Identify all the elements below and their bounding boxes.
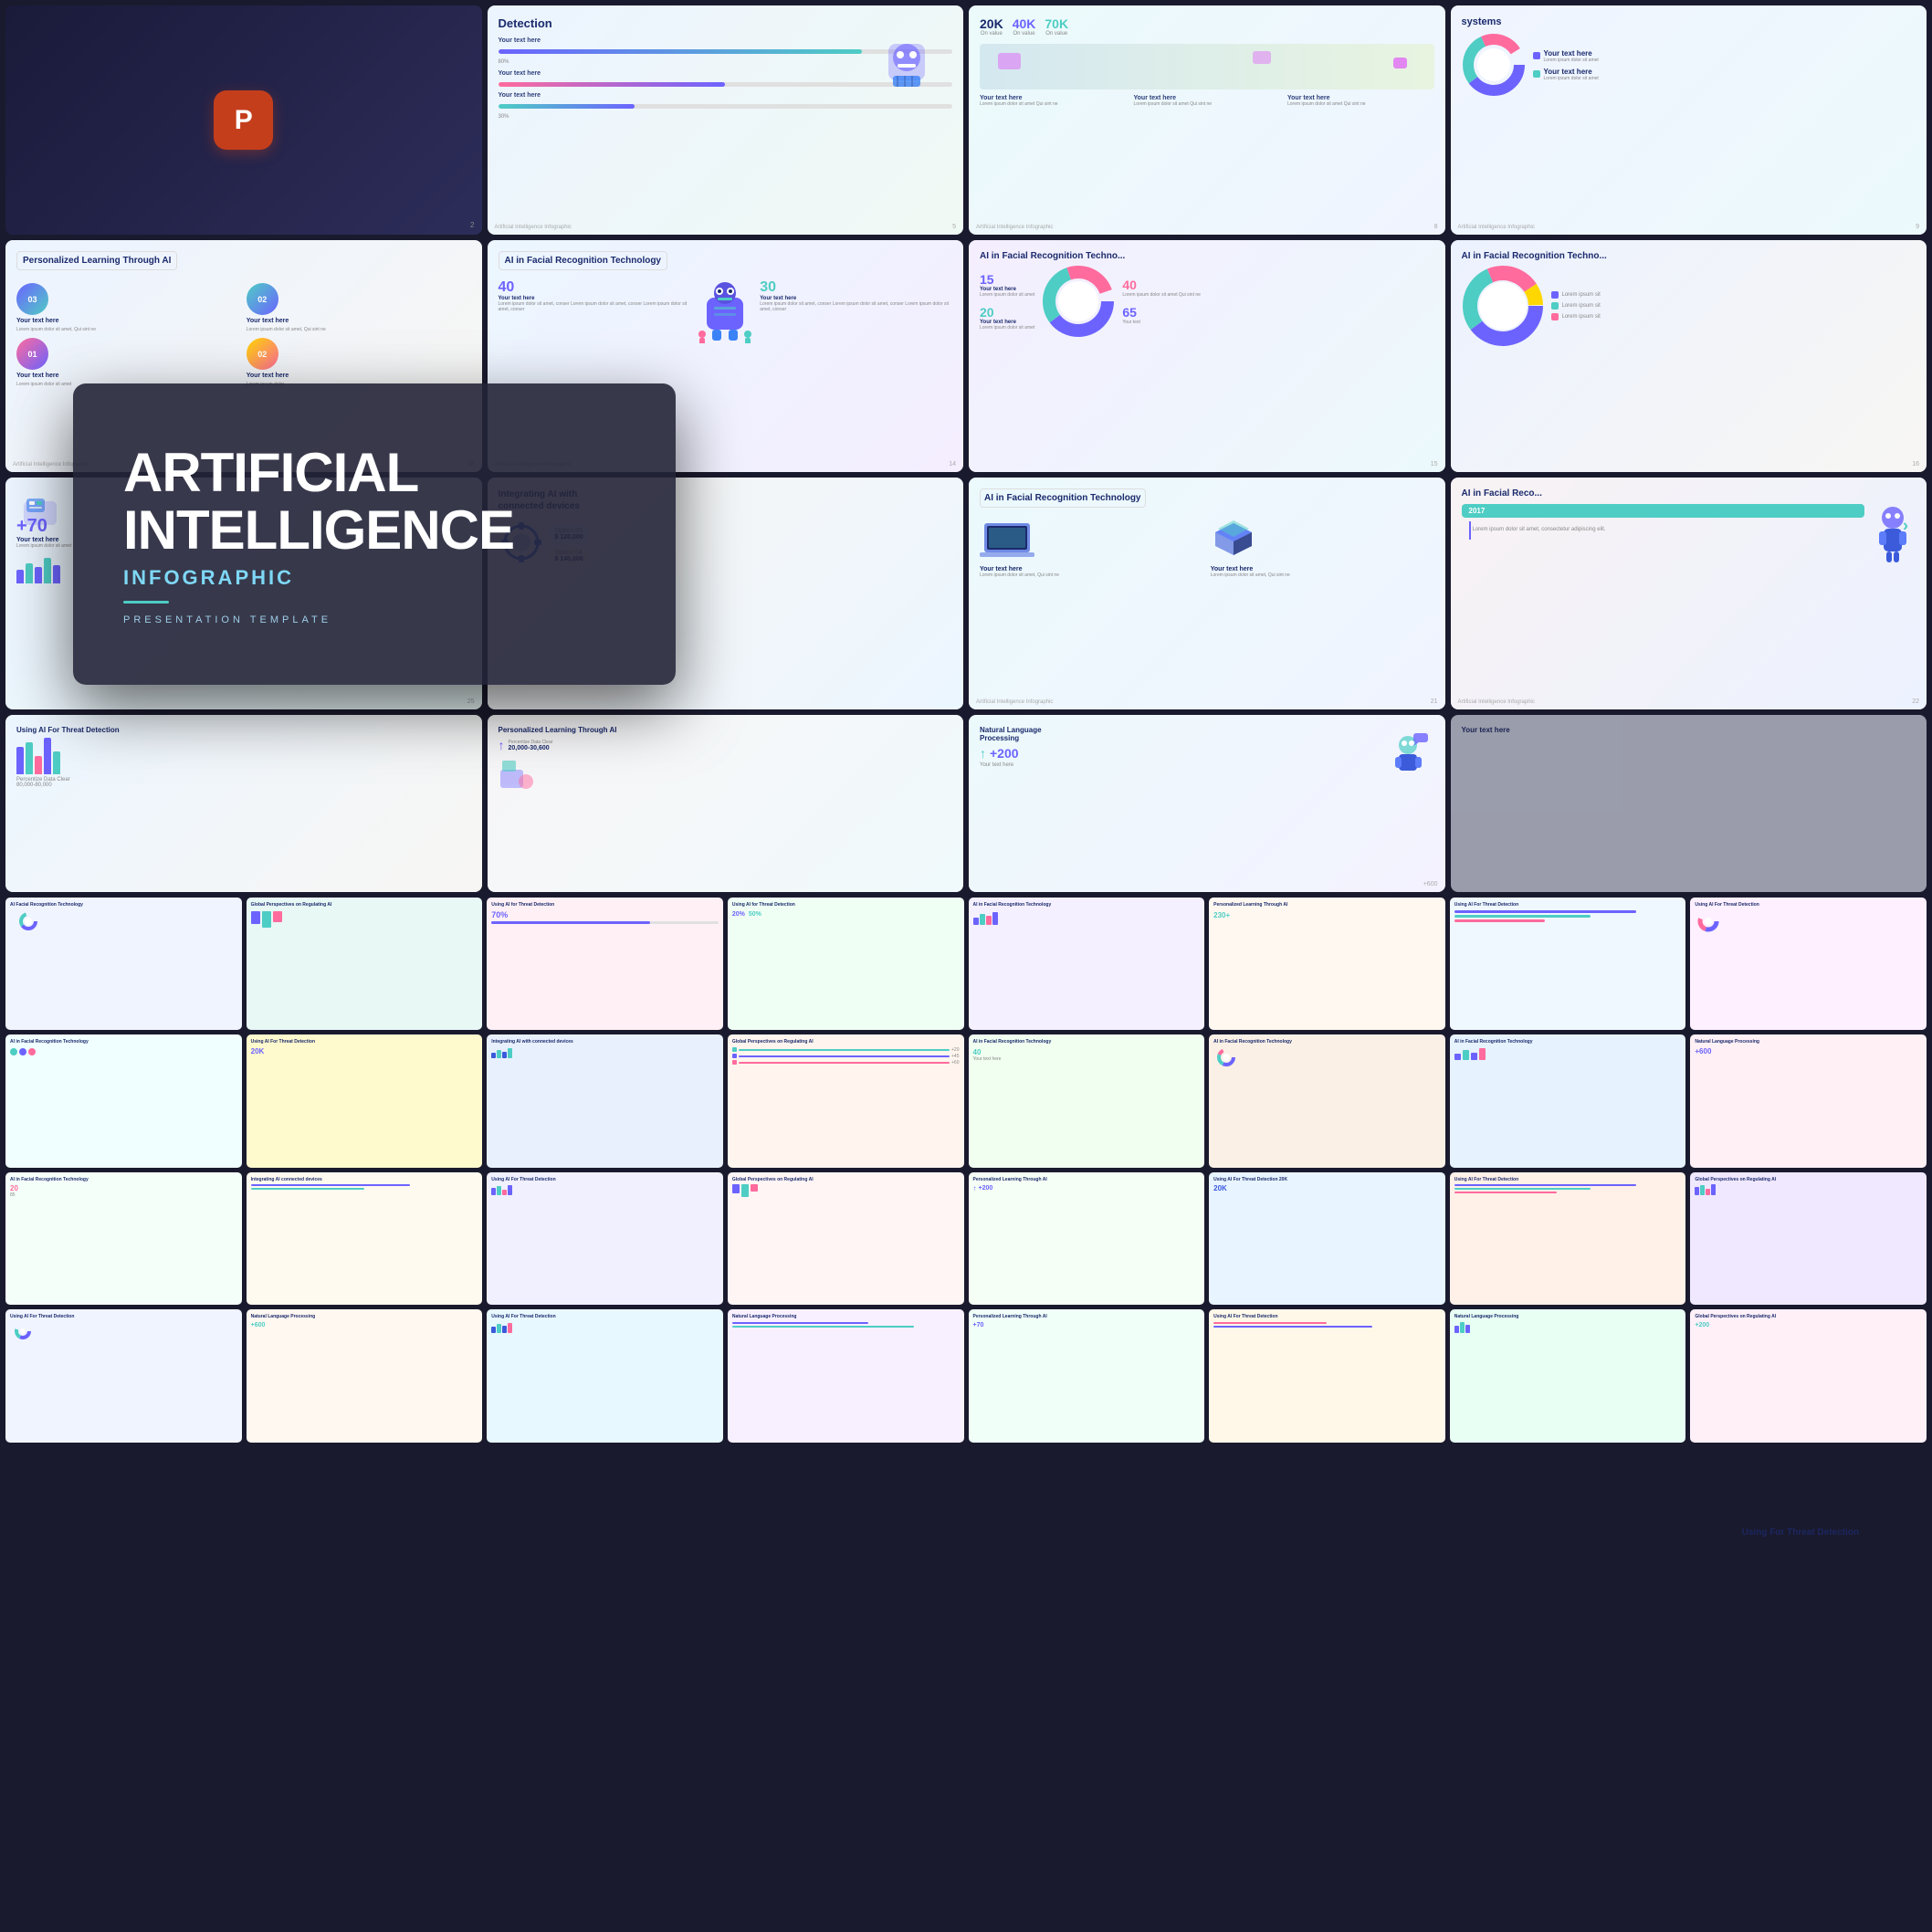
- thumb-15: AI in Facial Recognition Technology: [1450, 1034, 1686, 1167]
- thumb-19: Using AI For Threat Detection: [487, 1172, 723, 1305]
- thumb-7: Using AI For Threat Detection: [1450, 898, 1686, 1030]
- thumb-29: Personalized Learning Through AI +70: [969, 1309, 1205, 1442]
- slide-empty: Your text here: [1451, 715, 1927, 892]
- slide-threat-det-1: Using AI For Threat Detection Percentize…: [5, 715, 482, 892]
- slide-values: 20K On value 40K On value 70K On value: [969, 5, 1445, 235]
- slide-num-badge: 2: [470, 221, 474, 229]
- thumb-10: Using AI For Threat Detection 20K: [247, 1034, 483, 1167]
- thumb-12: Global Perspectives on Regulating AI +20…: [728, 1034, 964, 1167]
- thumb-25: Using AI For Threat Detection: [5, 1309, 242, 1442]
- thumb-24: Global Perspectives on Regulating AI: [1690, 1172, 1927, 1305]
- slide-personal-2: Personalized Learning Through AI ↑ Perce…: [488, 715, 964, 892]
- thumb-16: Natural Language Processing +600: [1690, 1034, 1927, 1167]
- slide-facial-partial: AI in Facial Recognition Techno... Lorem…: [1451, 240, 1927, 472]
- thumb-23: Using AI For Threat Detection: [1450, 1172, 1686, 1305]
- thumb-2: Global Perspectives on Regulating AI: [247, 898, 483, 1030]
- thumb-13: AI in Facial Recognition Technology 40 Y…: [969, 1034, 1205, 1167]
- thumb-17: AI in Facial Recognition Technology 20 8…: [5, 1172, 242, 1305]
- top-row: P 2 Detection Your text here 80% Your te…: [0, 0, 1932, 237]
- threat-detection-label: Using For Threat Detection: [1742, 1527, 1859, 1539]
- thumb-8: Using AI For Threat Detection: [1690, 898, 1927, 1030]
- thumb-32: Global Perspectives on Regulating AI +20…: [1690, 1309, 1927, 1442]
- thumb-6: Personalized Learning Through AI 230+: [1209, 898, 1445, 1030]
- hero-title-line1: ARTIFICIAL: [123, 444, 418, 501]
- slide-title-systems: systems: [1462, 16, 1916, 27]
- thumb-31: Natural Language Processing: [1450, 1309, 1686, 1442]
- hero-description: PRESENTATION TEMPLATE: [123, 614, 331, 625]
- hero-overlay: ARTIFICIAL INTELLIGENCE INFOGRAPHIC PRES…: [73, 383, 676, 685]
- thumb-1: AI Facial Recognition Technology: [5, 898, 242, 1030]
- slide-facial-robot: AI in Facial Reco... 2017 Lorem ipsum do…: [1451, 478, 1927, 709]
- thumb-9: AI in Facial Recognition Technology: [5, 1034, 242, 1167]
- slide-facial-donut: AI in Facial Recognition Techno... 15 Yo…: [969, 240, 1445, 472]
- thumb-14: AI in Facial Recognition Technology: [1209, 1034, 1445, 1167]
- thumb-22: Using AI For Threat Detection 20K 20K: [1209, 1172, 1445, 1305]
- fourth-row-top: Using AI For Threat Detection Percentize…: [0, 712, 1932, 895]
- ppt-icon: P: [214, 90, 273, 150]
- thumb-4: Using AI for Threat Detection 20% 50%: [728, 898, 964, 1030]
- slide-ppt-cover: P 2: [5, 5, 482, 235]
- thumb-26: Natural Language Processing +600: [247, 1309, 483, 1442]
- hero-teal-line: [123, 601, 169, 604]
- bottom-thumbnails: AI Facial Recognition Technology Global …: [0, 895, 1932, 1448]
- slide-nlp-2: Natural LanguageProcessing ↑ +200 Your t…: [969, 715, 1445, 892]
- slide-facial-min: AI in Facial Recognition Technology Your…: [969, 478, 1445, 709]
- slide-systems: systems Your text here: [1451, 5, 1927, 235]
- slide-detection: Detection Your text here 80% Your text h…: [488, 5, 964, 235]
- thumb-20: Global Perspectives on Regulating AI: [728, 1172, 964, 1305]
- thumb-30: Using AI For Threat Detection: [1209, 1309, 1445, 1442]
- slide-num-2: 5: [952, 224, 956, 230]
- hero-title-line2: INTELLIGENCE: [123, 501, 514, 559]
- thumb-21: Personalized Learning Through AI ↑ +200: [969, 1172, 1205, 1305]
- thumb-3: Using AI for Threat Detection 70%: [487, 898, 723, 1030]
- thumb-27: Using AI For Threat Detection: [487, 1309, 723, 1442]
- thumb-18: Integrating AI connected devices: [247, 1172, 483, 1305]
- main-container: P 2 Detection Your text here 80% Your te…: [0, 0, 1932, 1932]
- thumb-11: Integrating AI with connected devices: [487, 1034, 723, 1167]
- thumb-5: AI in Facial Recognition Technology: [969, 898, 1205, 1030]
- slide-title-personalized: Personalized Learning Through AI: [16, 251, 177, 270]
- hero-subtitle: INFOGRAPHIC: [123, 566, 294, 590]
- thumb-28: Natural Language Processing: [728, 1309, 964, 1442]
